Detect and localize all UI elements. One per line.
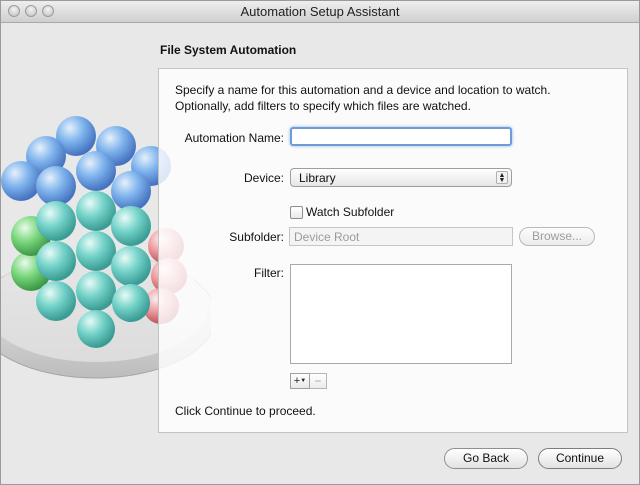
watch-subfolder-checkbox[interactable] bbox=[290, 206, 303, 219]
description-text: Specify a name for this automation and a… bbox=[175, 82, 615, 114]
description-line-2: Optionally, add filters to specify which… bbox=[175, 99, 471, 113]
add-menu-caret-icon: ▼ bbox=[300, 378, 307, 385]
window-title: Automation Setup Assistant bbox=[240, 4, 400, 19]
description-line-1: Specify a name for this automation and a… bbox=[175, 83, 551, 97]
continue-hint: Click Continue to proceed. bbox=[175, 404, 316, 418]
browse-button[interactable]: Browse... bbox=[519, 227, 595, 246]
settings-panel bbox=[158, 68, 628, 433]
continue-button[interactable]: Continue bbox=[538, 448, 622, 469]
device-label: Device: bbox=[243, 171, 284, 185]
filter-list[interactable] bbox=[290, 264, 512, 364]
automation-name-label: Automation Name: bbox=[184, 131, 284, 145]
up-down-arrows-icon: ▲ ▼ bbox=[496, 171, 508, 184]
subfolder-label: Subfolder: bbox=[229, 230, 284, 244]
setup-assistant-window: Automation Setup Assistant File System A… bbox=[0, 0, 640, 485]
section-title: File System Automation bbox=[160, 43, 297, 57]
automation-name-input[interactable] bbox=[290, 127, 512, 146]
go-back-button[interactable]: Go Back bbox=[444, 448, 528, 469]
device-select[interactable]: Library ▲ ▼ bbox=[290, 168, 512, 187]
filter-label: Filter: bbox=[254, 266, 284, 280]
title-bar[interactable]: Automation Setup Assistant bbox=[1, 1, 639, 23]
remove-filter-button[interactable]: − bbox=[310, 373, 327, 389]
watch-subfolder-label[interactable]: Watch Subfolder bbox=[306, 205, 394, 219]
subfolder-field: Device Root bbox=[289, 227, 513, 246]
device-select-value: Library bbox=[299, 171, 336, 185]
add-filter-button[interactable]: +▼ bbox=[290, 373, 310, 389]
